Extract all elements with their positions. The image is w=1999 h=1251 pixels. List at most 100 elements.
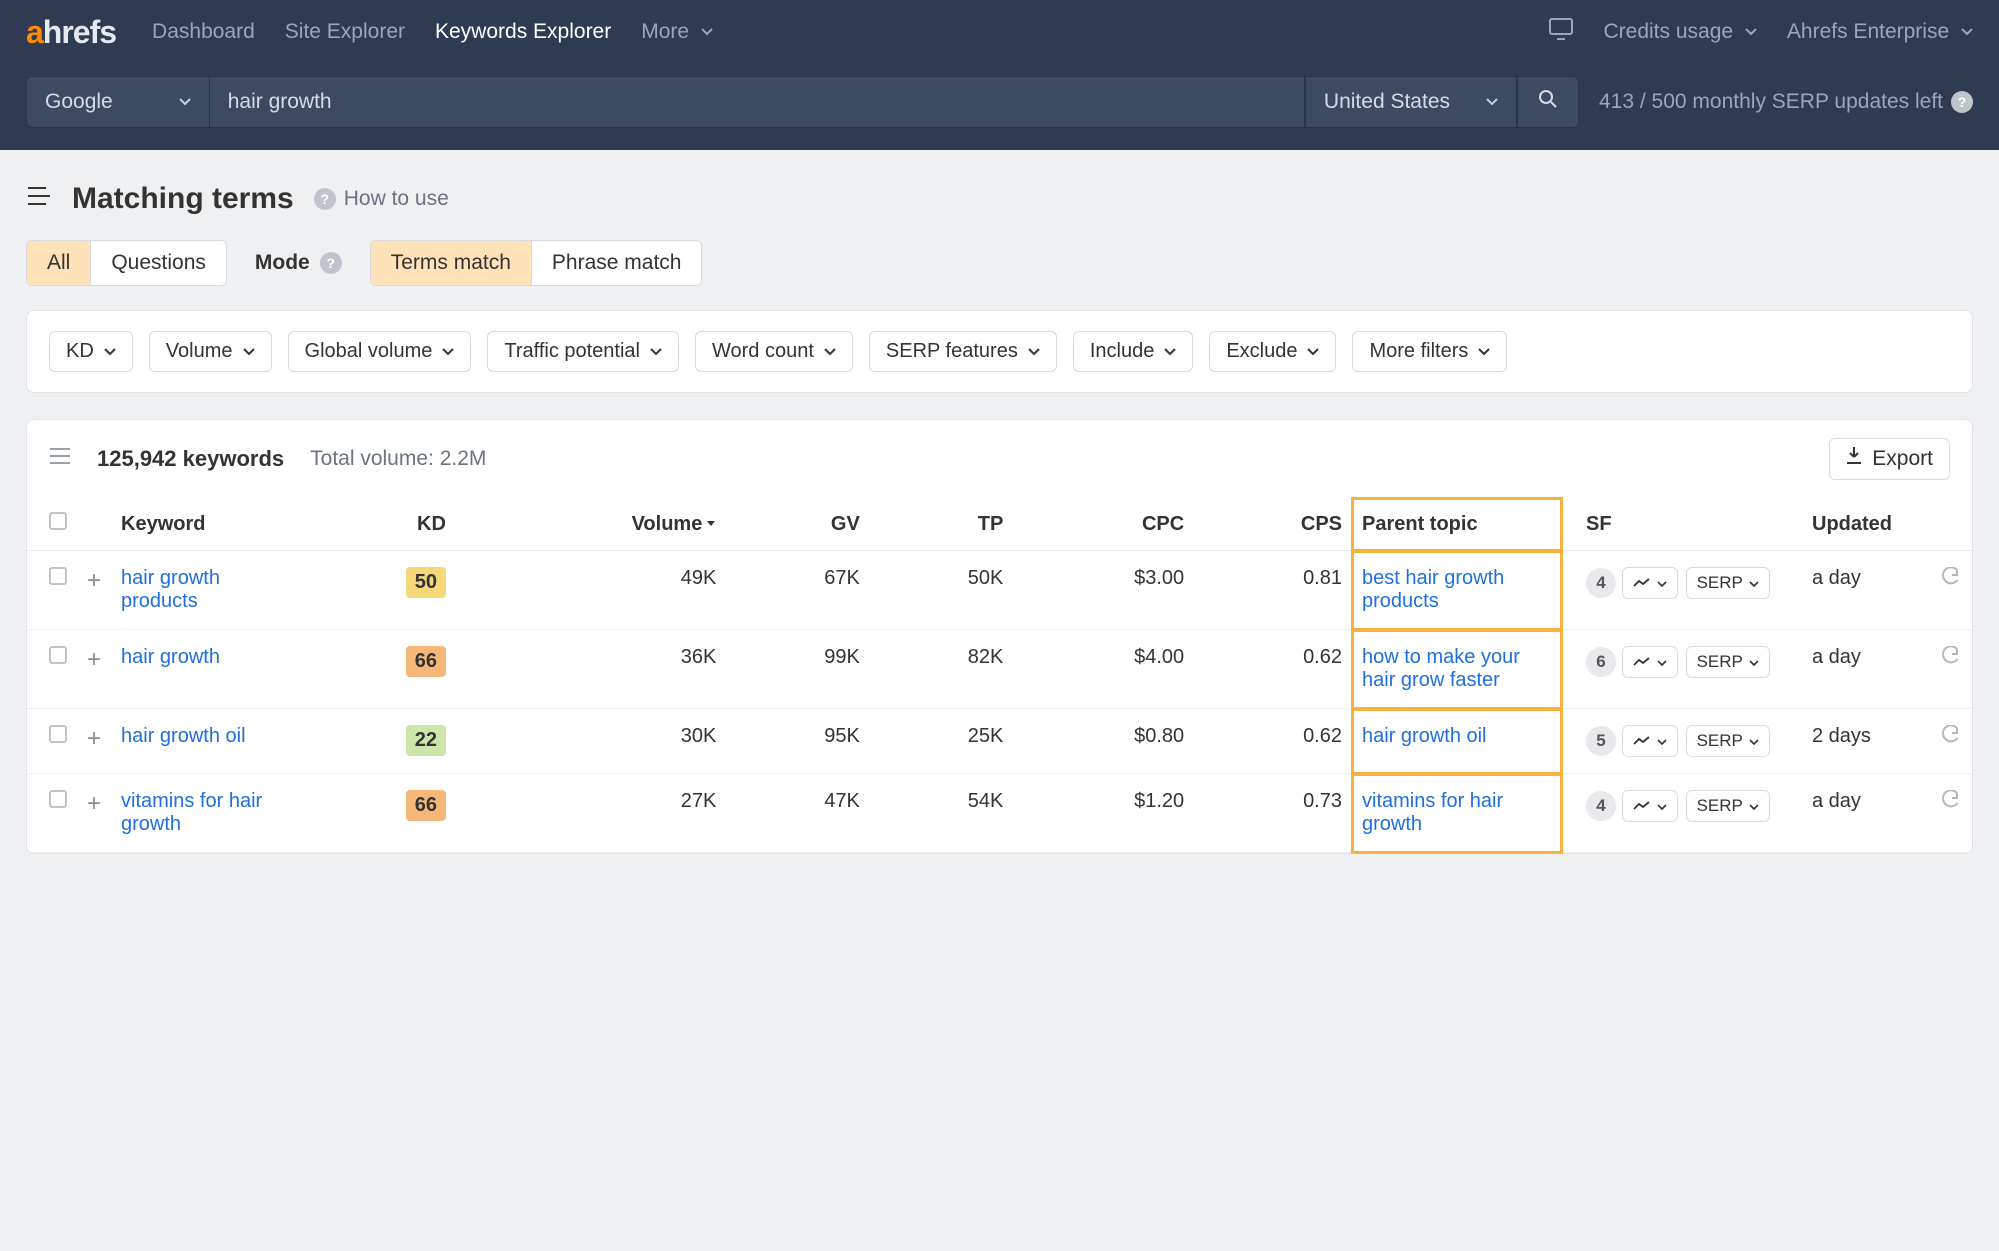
- trend-dropdown[interactable]: [1622, 725, 1678, 757]
- tab-questions[interactable]: Questions: [91, 241, 226, 285]
- engine-select[interactable]: Google: [26, 76, 210, 128]
- serp-dropdown[interactable]: SERP: [1686, 646, 1770, 678]
- filter-box: KD Volume Global volume Traffic potentia…: [26, 310, 1973, 393]
- row-checkbox[interactable]: [49, 646, 67, 664]
- expand-row-icon[interactable]: +: [87, 646, 101, 673]
- caret-down-icon: [1657, 731, 1667, 751]
- help-icon[interactable]: ?: [320, 252, 342, 274]
- nav-dashboard[interactable]: Dashboard: [152, 20, 255, 44]
- caret-down-icon: [1749, 796, 1759, 816]
- cell-gv: 67K: [726, 551, 870, 630]
- trend-dropdown[interactable]: [1622, 567, 1678, 599]
- caret-down-icon: [1478, 340, 1490, 363]
- expand-row-icon[interactable]: +: [87, 567, 101, 594]
- keyword-link[interactable]: hair growth oil: [121, 725, 246, 747]
- tab-phrase-match[interactable]: Phrase match: [532, 241, 702, 285]
- help-icon[interactable]: ?: [1951, 91, 1973, 113]
- keyword-input[interactable]: [228, 90, 1286, 114]
- nav-more[interactable]: More: [641, 20, 713, 44]
- col-keyword[interactable]: Keyword: [111, 498, 301, 551]
- cell-gv: 95K: [726, 709, 870, 774]
- row-checkbox[interactable]: [49, 790, 67, 808]
- nav-keywords-explorer[interactable]: Keywords Explorer: [435, 20, 611, 44]
- nav-row-1: ahrefs Dashboard Site Explorer Keywords …: [0, 0, 1999, 64]
- col-parent-topic[interactable]: Parent topic: [1352, 498, 1562, 551]
- caret-down-icon: [1749, 573, 1759, 593]
- top-navbar: ahrefs Dashboard Site Explorer Keywords …: [0, 0, 1999, 150]
- caret-down-icon: [1657, 652, 1667, 672]
- sf-count-badge[interactable]: 5: [1586, 726, 1616, 756]
- caret-down-icon: [104, 340, 116, 363]
- trend-dropdown[interactable]: [1622, 790, 1678, 822]
- col-volume[interactable]: Volume: [456, 498, 726, 551]
- col-gv[interactable]: GV: [726, 498, 870, 551]
- refresh-icon[interactable]: [1942, 568, 1960, 590]
- cell-cpc: $0.80: [1013, 709, 1194, 774]
- keyword-link[interactable]: hair growth: [121, 646, 220, 668]
- col-tp[interactable]: TP: [870, 498, 1014, 551]
- refresh-icon[interactable]: [1942, 791, 1960, 813]
- parent-topic-link[interactable]: hair growth oil: [1362, 725, 1487, 747]
- trend-dropdown[interactable]: [1622, 646, 1678, 678]
- serp-dropdown[interactable]: SERP: [1686, 790, 1770, 822]
- keyword-link[interactable]: vitamins for hair growth: [121, 790, 262, 835]
- tab-group-mode: Terms match Phrase match: [370, 240, 703, 286]
- parent-topic-link[interactable]: vitamins for hair growth: [1362, 790, 1503, 835]
- tab-group-scope: All Questions: [26, 240, 227, 286]
- parent-topic-link[interactable]: how to make your hair grow faster: [1362, 646, 1520, 691]
- cell-updated: a day: [1802, 630, 1932, 709]
- filter-include[interactable]: Include: [1073, 331, 1194, 372]
- select-all-checkbox[interactable]: [49, 512, 67, 530]
- parent-topic-link[interactable]: best hair growth products: [1362, 567, 1504, 612]
- filter-exclude[interactable]: Exclude: [1209, 331, 1336, 372]
- cell-cps: 0.62: [1194, 630, 1352, 709]
- search-row: Google United States 413 / 500 monthly S…: [0, 64, 1999, 150]
- expand-row-icon[interactable]: +: [87, 790, 101, 817]
- col-sf[interactable]: SF: [1562, 498, 1802, 551]
- cell-tp: 54K: [870, 774, 1014, 853]
- logo[interactable]: ahrefs: [26, 14, 116, 51]
- monitor-icon[interactable]: [1549, 18, 1573, 46]
- sf-count-badge[interactable]: 6: [1586, 647, 1616, 677]
- expand-row-icon[interactable]: +: [87, 725, 101, 752]
- row-checkbox[interactable]: [49, 567, 67, 585]
- trend-icon: [1633, 731, 1651, 751]
- sf-count-badge[interactable]: 4: [1586, 568, 1616, 598]
- col-cpc[interactable]: CPC: [1013, 498, 1194, 551]
- cell-volume: 30K: [456, 709, 726, 774]
- list-view-icon[interactable]: [49, 447, 71, 471]
- row-checkbox[interactable]: [49, 725, 67, 743]
- filter-more[interactable]: More filters: [1352, 331, 1507, 372]
- col-cps[interactable]: CPS: [1194, 498, 1352, 551]
- cell-volume: 27K: [456, 774, 726, 853]
- col-kd[interactable]: KD: [301, 498, 456, 551]
- keywords-count: 125,942 keywords: [97, 446, 284, 472]
- refresh-icon[interactable]: [1942, 647, 1960, 669]
- filter-word-count[interactable]: Word count: [695, 331, 853, 372]
- credits-usage[interactable]: Credits usage: [1603, 20, 1756, 44]
- sidebar-toggle-icon[interactable]: [26, 186, 52, 212]
- export-button[interactable]: Export: [1829, 438, 1950, 480]
- caret-down-icon: [1749, 731, 1759, 751]
- sf-count-badge[interactable]: 4: [1586, 791, 1616, 821]
- ahrefs-enterprise[interactable]: Ahrefs Enterprise: [1787, 20, 1973, 44]
- tab-all[interactable]: All: [27, 241, 91, 285]
- how-to-use-link[interactable]: ? How to use: [314, 187, 449, 211]
- cell-updated: a day: [1802, 774, 1932, 853]
- tab-terms-match[interactable]: Terms match: [371, 241, 532, 285]
- filter-serp-features[interactable]: SERP features: [869, 331, 1057, 372]
- refresh-icon[interactable]: [1942, 726, 1960, 748]
- nav-site-explorer[interactable]: Site Explorer: [285, 20, 405, 44]
- serp-dropdown[interactable]: SERP: [1686, 567, 1770, 599]
- filter-kd[interactable]: KD: [49, 331, 133, 372]
- country-select[interactable]: United States: [1305, 76, 1517, 128]
- col-updated[interactable]: Updated: [1802, 498, 1932, 551]
- caret-down-icon: [824, 340, 836, 363]
- serp-dropdown[interactable]: SERP: [1686, 725, 1770, 757]
- nav-right: Credits usage Ahrefs Enterprise: [1549, 18, 1973, 46]
- search-button[interactable]: [1517, 76, 1579, 128]
- filter-traffic-potential[interactable]: Traffic potential: [487, 331, 679, 372]
- filter-global-volume[interactable]: Global volume: [288, 331, 472, 372]
- keyword-link[interactable]: hair growth products: [121, 567, 220, 612]
- filter-volume[interactable]: Volume: [149, 331, 272, 372]
